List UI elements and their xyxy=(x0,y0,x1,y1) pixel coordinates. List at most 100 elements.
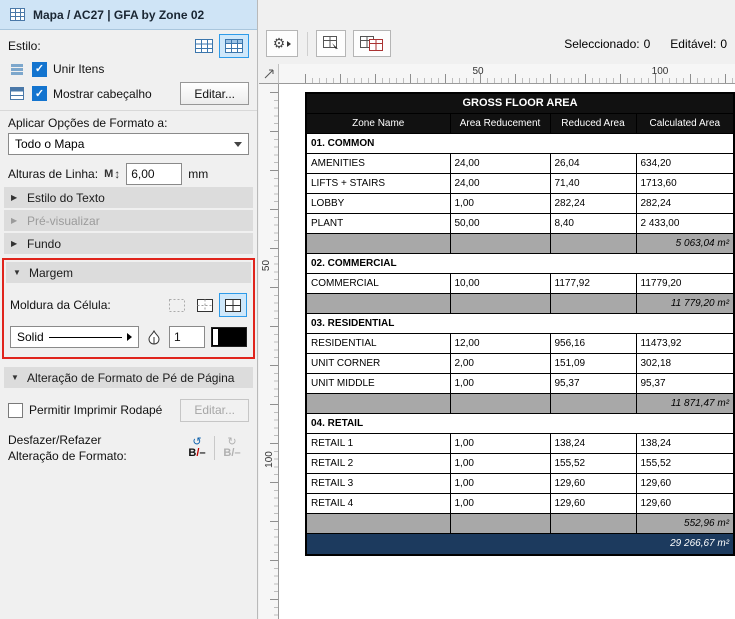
data-cell[interactable]: 129,60 xyxy=(635,492,735,514)
data-cell[interactable]: 302,18 xyxy=(635,352,735,374)
pen-color-swatch[interactable] xyxy=(211,327,247,347)
data-cell[interactable]: 11779,20 xyxy=(635,272,735,294)
data-cell[interactable]: LIFTS + STAIRS xyxy=(305,172,451,194)
data-cell[interactable]: 129,60 xyxy=(549,472,637,494)
style-split-cells-button[interactable] xyxy=(189,34,219,58)
border-all-button[interactable] xyxy=(219,293,247,317)
data-cell[interactable]: 282,24 xyxy=(549,192,637,214)
table-format-button[interactable] xyxy=(353,30,391,57)
section-name-cell[interactable]: 03. RESIDENTIAL xyxy=(305,312,735,334)
data-cell[interactable]: 1,00 xyxy=(449,452,551,474)
data-cell[interactable]: LOBBY xyxy=(305,192,451,214)
data-cell[interactable]: 71,40 xyxy=(549,172,637,194)
data-cell[interactable]: 12,00 xyxy=(449,332,551,354)
data-cell[interactable]: 11473,92 xyxy=(635,332,735,354)
data-cell[interactable]: 1,00 xyxy=(449,432,551,454)
column-header-cell[interactable]: Area Reducement xyxy=(449,112,551,134)
data-cell[interactable]: 95,37 xyxy=(549,372,637,394)
subtotal-value-cell[interactable]: 11 779,20 m² xyxy=(635,292,735,314)
data-cell[interactable]: RESIDENTIAL xyxy=(305,332,451,354)
subtotal-value-cell[interactable]: 5 063,04 m² xyxy=(635,232,735,254)
section-name-cell[interactable]: 04. RETAIL xyxy=(305,412,735,434)
data-cell[interactable]: RETAIL 1 xyxy=(305,432,451,454)
subtotal-empty-cell[interactable] xyxy=(305,232,451,254)
data-cell[interactable]: 282,24 xyxy=(635,192,735,214)
subtotal-empty-cell[interactable] xyxy=(549,392,637,414)
column-header-cell[interactable]: Reduced Area xyxy=(549,112,637,134)
undo-format-button[interactable]: ↺ B/– xyxy=(180,433,214,463)
show-header-checkbox[interactable] xyxy=(32,86,47,101)
section-background[interactable]: ▶ Fundo xyxy=(4,233,253,254)
data-cell[interactable]: 151,09 xyxy=(549,352,637,374)
edit-footer-button[interactable]: Editar... xyxy=(180,398,249,422)
gear-menu-button[interactable]: ⚙ xyxy=(266,30,298,57)
data-cell[interactable]: COMMERCIAL xyxy=(305,272,451,294)
subtotal-empty-cell[interactable] xyxy=(549,512,637,534)
data-cell[interactable]: 2 433,00 xyxy=(635,212,735,234)
data-cell[interactable]: 1713,60 xyxy=(635,172,735,194)
data-cell[interactable]: 155,52 xyxy=(549,452,637,474)
data-cell[interactable]: 10,00 xyxy=(449,272,551,294)
data-cell[interactable]: 1,00 xyxy=(449,372,551,394)
data-cell[interactable]: 1177,92 xyxy=(549,272,637,294)
row-height-input[interactable] xyxy=(126,163,183,185)
data-cell[interactable]: UNIT MIDDLE xyxy=(305,372,451,394)
redo-format-button[interactable]: ↻ B/– xyxy=(215,433,249,463)
line-type-dropdown[interactable]: Solid xyxy=(10,326,139,348)
data-cell[interactable]: 26,04 xyxy=(549,152,637,174)
section-preview[interactable]: ▶ Pré-visualizar xyxy=(4,210,253,231)
data-cell[interactable]: RETAIL 3 xyxy=(305,472,451,494)
data-cell[interactable]: 1,00 xyxy=(449,492,551,514)
subtotal-value-cell[interactable]: 552,96 m² xyxy=(635,512,735,534)
unify-items-checkbox[interactable] xyxy=(32,61,47,77)
ruler-origin-icon[interactable] xyxy=(259,64,279,84)
table-select-button[interactable] xyxy=(316,30,346,57)
subtotal-empty-cell[interactable] xyxy=(305,512,451,534)
data-cell[interactable]: 129,60 xyxy=(549,492,637,514)
data-cell[interactable]: 155,52 xyxy=(635,452,735,474)
column-header-cell[interactable]: Zone Name xyxy=(305,112,451,134)
style-uniform-cells-button[interactable] xyxy=(219,34,249,58)
section-name-cell[interactable]: 02. COMMERCIAL xyxy=(305,252,735,274)
schedule-canvas[interactable]: GROSS FLOOR AREA Zone Name Area Reducement… xyxy=(279,84,735,619)
section-text-style[interactable]: ▶ Estilo do Texto xyxy=(4,187,253,208)
data-cell[interactable]: 138,24 xyxy=(549,432,637,454)
subtotal-empty-cell[interactable] xyxy=(449,392,551,414)
data-cell[interactable]: 1,00 xyxy=(449,472,551,494)
data-cell[interactable]: 8,40 xyxy=(549,212,637,234)
data-cell[interactable]: 2,00 xyxy=(449,352,551,374)
data-cell[interactable]: 129,60 xyxy=(635,472,735,494)
subtotal-empty-cell[interactable] xyxy=(449,232,551,254)
data-cell[interactable]: 1,00 xyxy=(449,192,551,214)
subtotal-empty-cell[interactable] xyxy=(549,232,637,254)
data-cell[interactable]: 24,00 xyxy=(449,172,551,194)
data-cell[interactable]: 50,00 xyxy=(449,212,551,234)
data-cell[interactable]: 634,20 xyxy=(635,152,735,174)
data-cell[interactable]: 95,37 xyxy=(635,372,735,394)
data-cell[interactable]: RETAIL 4 xyxy=(305,492,451,514)
section-margin[interactable]: ▼ Margem xyxy=(6,262,251,283)
border-none-button[interactable] xyxy=(163,293,191,317)
subtotal-empty-cell[interactable] xyxy=(449,512,551,534)
data-cell[interactable]: RETAIL 2 xyxy=(305,452,451,474)
section-footer-format[interactable]: ▼ Alteração de Formato de Pé de Página xyxy=(4,367,253,388)
data-cell[interactable]: AMENITIES xyxy=(305,152,451,174)
subtotal-empty-cell[interactable] xyxy=(305,392,451,414)
border-outline-button[interactable] xyxy=(191,293,219,317)
apply-format-dropdown[interactable]: Todo o Mapa xyxy=(8,133,249,155)
edit-header-button[interactable]: Editar... xyxy=(180,82,249,105)
section-name-cell[interactable]: 01. COMMON xyxy=(305,132,735,154)
allow-print-footer-checkbox[interactable] xyxy=(8,402,23,418)
data-cell[interactable]: 956,16 xyxy=(549,332,637,354)
table-title-cell[interactable]: GROSS FLOOR AREA xyxy=(305,92,735,114)
data-cell[interactable]: UNIT CORNER xyxy=(305,352,451,374)
subtotal-empty-cell[interactable] xyxy=(449,292,551,314)
data-cell[interactable]: PLANT xyxy=(305,212,451,234)
subtotal-empty-cell[interactable] xyxy=(305,292,451,314)
pen-weight-input[interactable] xyxy=(169,326,205,348)
subtotal-value-cell[interactable]: 11 871,47 m² xyxy=(635,392,735,414)
grand-total-cell[interactable]: 29 266,67 m² xyxy=(305,532,735,556)
panel-titlebar[interactable]: Mapa / AC27 | GFA by Zone 02 xyxy=(0,0,257,30)
subtotal-empty-cell[interactable] xyxy=(549,292,637,314)
column-header-cell[interactable]: Calculated Area xyxy=(635,112,735,134)
